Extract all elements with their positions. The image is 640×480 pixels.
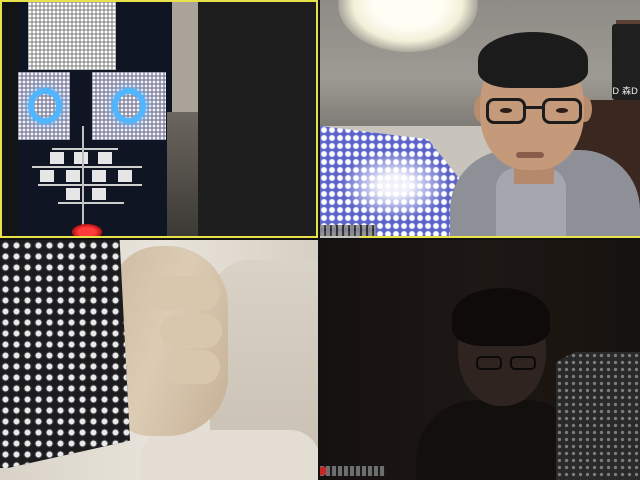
muted-mic-icon	[320, 467, 326, 475]
mouth-pixel	[40, 170, 54, 182]
participant-hair	[478, 32, 588, 88]
finger	[150, 276, 220, 310]
background-floor	[167, 112, 201, 236]
mouth-pixel	[66, 188, 80, 200]
grid-line	[38, 184, 142, 186]
participant-hair	[452, 288, 550, 346]
background-black-panel	[198, 2, 316, 236]
participant-name-bar	[320, 466, 386, 476]
led-matrix-top	[28, 2, 116, 70]
glasses-lens-left	[476, 356, 502, 370]
mouth-pixel	[98, 152, 112, 164]
grid-line	[52, 148, 118, 150]
video-tile-1[interactable]	[0, 0, 318, 238]
led-eye-left-ring	[28, 88, 62, 124]
active-speaker-bar	[360, 236, 640, 238]
led-eye-left	[18, 72, 70, 140]
glasses-lens-right	[510, 356, 536, 370]
led-matrix-board	[0, 240, 130, 468]
fabric-fold	[140, 430, 318, 480]
participant-name-bar	[320, 225, 376, 236]
led-eye-right-ring	[112, 88, 146, 124]
finger	[160, 314, 222, 348]
participant-mouth	[516, 152, 544, 158]
red-object	[72, 224, 102, 236]
glasses-lens-right	[542, 98, 582, 124]
led-matrix-panel	[556, 352, 640, 480]
mouth-pixel	[92, 170, 106, 182]
led-mouth-panel	[38, 148, 134, 210]
mouth-pixel	[66, 170, 80, 182]
glasses-bridge	[525, 106, 543, 109]
mouth-pixel	[50, 152, 64, 164]
participant-name-label: D 森D	[612, 87, 638, 97]
finger	[164, 350, 220, 384]
video-tile-3[interactable]	[0, 240, 318, 480]
mouth-pixel	[118, 170, 132, 182]
mouth-pixel	[74, 152, 88, 164]
led-eye-right	[92, 72, 166, 140]
grid-line-vertical	[82, 126, 84, 232]
mouth-pixel	[92, 188, 106, 200]
video-tile-4[interactable]	[320, 240, 640, 480]
led-glow	[340, 150, 450, 220]
glasses-lens-left	[486, 98, 526, 124]
grid-line	[32, 166, 142, 168]
grid-line	[58, 202, 124, 204]
video-gallery-grid: D 森D	[0, 0, 640, 480]
video-tile-2[interactable]: D 森D	[320, 0, 640, 238]
